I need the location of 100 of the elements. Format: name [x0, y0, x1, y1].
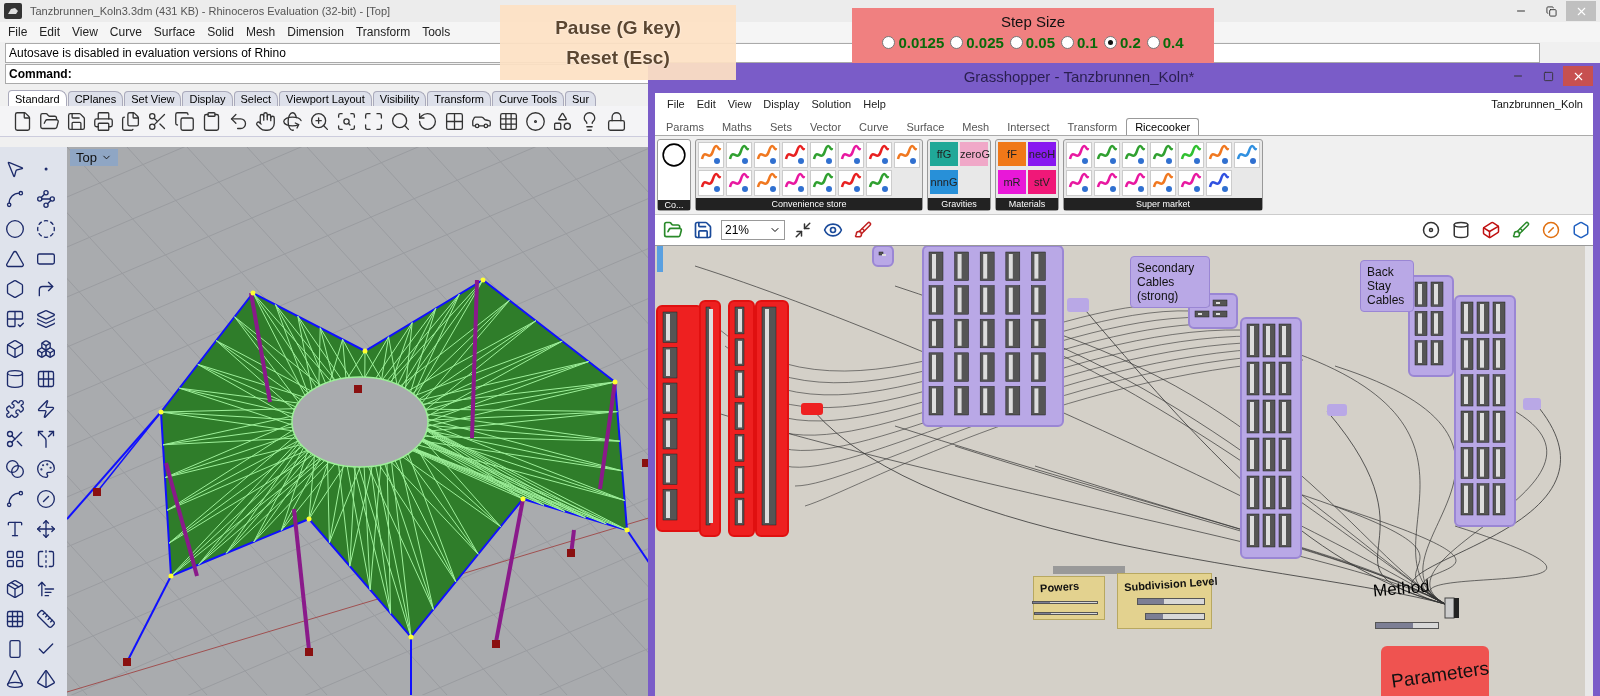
copy-icon[interactable] — [172, 109, 196, 133]
menu-item[interactable]: Edit — [690, 98, 722, 110]
slider-fill[interactable] — [1146, 614, 1164, 619]
component-icon[interactable] — [810, 142, 836, 168]
component-tab[interactable]: Mesh — [953, 118, 999, 135]
component-icon[interactable] — [838, 142, 864, 168]
menu-item[interactable]: Dimension — [281, 25, 350, 39]
slider-track[interactable] — [1137, 598, 1205, 605]
gravity-tile[interactable]: nnnG — [930, 170, 958, 194]
component-icon[interactable] — [810, 170, 836, 196]
component-tab[interactable]: Sets — [760, 118, 801, 135]
menu-item[interactable]: Display — [757, 98, 806, 110]
component-tab[interactable]: Intersect — [998, 118, 1059, 135]
panel-label: Gravities — [928, 198, 990, 210]
zoom-dropdown[interactable]: 21% — [721, 220, 785, 240]
group-label: Secondary Cables (strong) — [1130, 256, 1210, 308]
component-icon[interactable] — [698, 170, 724, 196]
component-button[interactable]: Co... — [657, 139, 691, 211]
material-tile[interactable]: stV — [1028, 170, 1056, 194]
slider-track[interactable] — [1032, 601, 1098, 604]
viewport-label[interactable]: Top — [70, 149, 118, 166]
radio-button[interactable] — [1146, 36, 1160, 49]
menu-item[interactable]: Curve — [103, 25, 148, 39]
slider-fill[interactable] — [1138, 599, 1165, 604]
component-tab[interactable]: Curve — [850, 118, 898, 135]
radio-button[interactable] — [1009, 36, 1023, 49]
toolbar-tab[interactable]: Curve Tools — [492, 91, 564, 106]
gravity-tile[interactable]: zeroG — [960, 142, 988, 166]
component-tab[interactable]: Maths — [712, 118, 761, 135]
material-tile[interactable]: mR — [998, 170, 1026, 194]
component-tab[interactable]: Transform — [1058, 118, 1127, 135]
component-icon[interactable] — [894, 142, 920, 168]
scrollbar[interactable] — [1585, 246, 1593, 696]
hand-icon[interactable] — [253, 109, 277, 133]
orbit-icon[interactable] — [280, 109, 304, 133]
circle-icon[interactable] — [3, 217, 27, 241]
component-icon[interactable] — [1234, 142, 1260, 168]
radio-button[interactable] — [1061, 36, 1075, 49]
menu-item[interactable]: View — [721, 98, 758, 110]
toolbar-tab[interactable]: Select — [233, 91, 279, 106]
toolbar-tab[interactable]: Standard — [8, 90, 67, 106]
slider-fill[interactable] — [1376, 623, 1414, 628]
menu-item[interactable]: Help — [857, 98, 892, 110]
toolbar-tab[interactable]: Display — [182, 91, 233, 106]
component-icon[interactable] — [866, 142, 892, 168]
component-icon[interactable] — [698, 142, 724, 168]
radio-button[interactable] — [950, 36, 964, 49]
component-icon[interactable] — [1094, 170, 1120, 196]
component-tab[interactable]: Vector — [800, 118, 851, 135]
menu-item[interactable]: Edit — [33, 25, 67, 39]
component-icon[interactable] — [866, 170, 892, 196]
component-icon[interactable] — [1206, 142, 1232, 168]
menu-item[interactable]: Mesh — [239, 25, 282, 39]
component-tab[interactable]: Surface — [897, 118, 954, 135]
component-tab[interactable]: Ricecooker — [1126, 118, 1200, 135]
circle-point-icon[interactable] — [523, 109, 547, 133]
menu-item[interactable]: Transform — [349, 25, 417, 39]
component-icon[interactable] — [1066, 142, 1092, 168]
component-icon[interactable] — [754, 142, 780, 168]
slider-track[interactable] — [1375, 622, 1439, 629]
close-icon[interactable] — [1563, 66, 1593, 86]
radio-button[interactable] — [1103, 36, 1117, 49]
component-icon[interactable] — [1178, 142, 1204, 168]
component-icon[interactable] — [1150, 170, 1176, 196]
component-icon[interactable] — [1066, 170, 1092, 196]
menu-item[interactable]: View — [66, 25, 104, 39]
material-tile[interactable]: fF — [998, 142, 1026, 166]
printer-icon[interactable] — [91, 109, 115, 133]
toolbar-tab[interactable]: Visibility — [372, 91, 427, 106]
toolbar-tab[interactable]: Set View — [124, 91, 182, 106]
component-icon[interactable] — [1122, 170, 1148, 196]
component-icon[interactable] — [754, 170, 780, 196]
menu-item[interactable]: Solution — [805, 98, 858, 110]
radio-button[interactable] — [882, 36, 896, 49]
slider-track[interactable] — [1145, 613, 1205, 620]
menu-item[interactable]: File — [661, 98, 691, 110]
component-icon[interactable] — [726, 170, 752, 196]
toolbar-tab[interactable]: Transform — [427, 91, 492, 106]
component-icon[interactable] — [782, 170, 808, 196]
component-icon[interactable] — [1150, 142, 1176, 168]
pyramid-icon[interactable] — [34, 667, 58, 691]
toolbar-tab[interactable]: CPlanes — [67, 91, 124, 106]
component-icon[interactable] — [1206, 170, 1232, 196]
menu-item[interactable]: Tools — [416, 25, 457, 39]
toolbar-tab[interactable]: Viewport Layout — [279, 91, 372, 106]
component-icon[interactable] — [782, 142, 808, 168]
slider-track[interactable] — [1034, 612, 1098, 615]
component-icon[interactable] — [1178, 170, 1204, 196]
menu-item[interactable]: File — [2, 25, 34, 39]
component-icon[interactable] — [1122, 142, 1148, 168]
menu-item[interactable]: Surface — [147, 25, 202, 39]
gravity-tile[interactable]: ffG — [930, 142, 958, 166]
component-tab[interactable]: Params — [657, 118, 713, 135]
component-icon[interactable] — [726, 142, 752, 168]
component-icon[interactable] — [1094, 142, 1120, 168]
ruler-icon[interactable] — [34, 607, 58, 631]
component-icon[interactable] — [838, 170, 864, 196]
puzzle-icon[interactable] — [3, 397, 27, 421]
menu-item[interactable]: Solid — [201, 25, 240, 39]
toolbar-tab[interactable]: Sur — [564, 91, 597, 106]
